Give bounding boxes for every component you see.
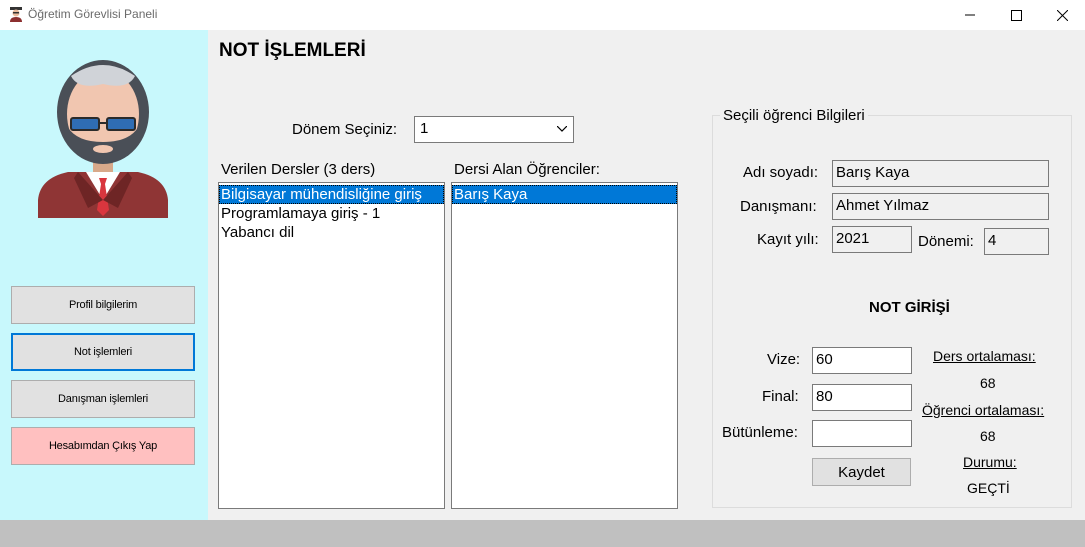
name-label: Adı soyadı: [743,164,819,181]
term-select-value: 1 [420,120,429,137]
teacher-avatar [38,60,168,218]
student-item[interactable]: Barış Kaya [452,185,677,204]
year-field[interactable]: 2021 [832,226,912,253]
course-avg-value: 68 [980,375,996,391]
students-list[interactable]: Barış Kaya [451,182,678,509]
title-bar: Öğretim Görevlisi Paneli [0,0,1085,30]
year-label: Kayıt yılı: [757,231,819,248]
bottom-bar [0,520,1085,547]
chevron-down-icon [557,126,567,132]
maximize-button[interactable] [993,0,1039,30]
courses-list[interactable]: Bilgisayar mühendisliğine giriş Programl… [218,182,445,509]
final-input[interactable]: 80 [812,384,912,411]
close-button[interactable] [1039,0,1085,30]
close-icon [1056,9,1068,21]
student-term-label: Dönemi: [918,233,974,250]
maximize-icon [1010,9,1022,21]
sidebar: Profil bilgilerim Not işlemleri Danışman… [0,30,208,520]
makeup-label: Bütünleme: [722,424,798,441]
grade-entry-heading: NOT GİRİŞİ [869,299,950,316]
midterm-label: Vize: [767,351,801,368]
student-avg-value: 68 [980,428,996,444]
course-avg-label: Ders ortalaması: [933,348,1036,364]
midterm-input[interactable]: 60 [812,347,912,374]
term-select[interactable]: 1 [414,116,574,143]
page-title: NOT İŞLEMLERİ [219,40,366,61]
term-label: Dönem Seçiniz: [292,121,398,138]
student-info-legend: Seçili öğrenci Bilgileri [720,107,868,124]
course-item[interactable]: Programlamaya giriş - 1 [219,204,444,223]
status-value: GEÇTİ [967,480,1010,496]
final-label: Final: [762,388,799,405]
students-label: Dersi Alan Öğrenciler: [454,161,600,178]
minimize-icon [965,14,975,16]
save-button[interactable]: Kaydet [812,458,911,486]
logout-button[interactable]: Hesabımdan Çıkış Yap [11,427,195,465]
grades-button[interactable]: Not işlemleri [11,333,195,371]
name-field[interactable]: Barış Kaya [832,160,1049,187]
status-label: Durumu: [963,454,1017,470]
student-term-field[interactable]: 4 [984,228,1049,255]
profile-button[interactable]: Profil bilgilerim [11,286,195,324]
advisor-label: Danışmanı: [740,198,817,215]
minimize-button[interactable] [947,0,993,30]
student-avg-label: Öğrenci ortalaması: [922,402,1045,418]
teacher-app-icon [10,7,22,22]
courses-label: Verilen Dersler (3 ders) [221,161,376,178]
advisor-button[interactable]: Danışman işlemleri [11,380,195,418]
makeup-input[interactable] [812,420,912,447]
course-item[interactable]: Yabancı dil [219,223,444,242]
window-title: Öğretim Görevlisi Paneli [28,7,158,21]
course-item[interactable]: Bilgisayar mühendisliğine giriş [219,185,444,204]
advisor-field[interactable]: Ahmet Yılmaz [832,193,1049,220]
